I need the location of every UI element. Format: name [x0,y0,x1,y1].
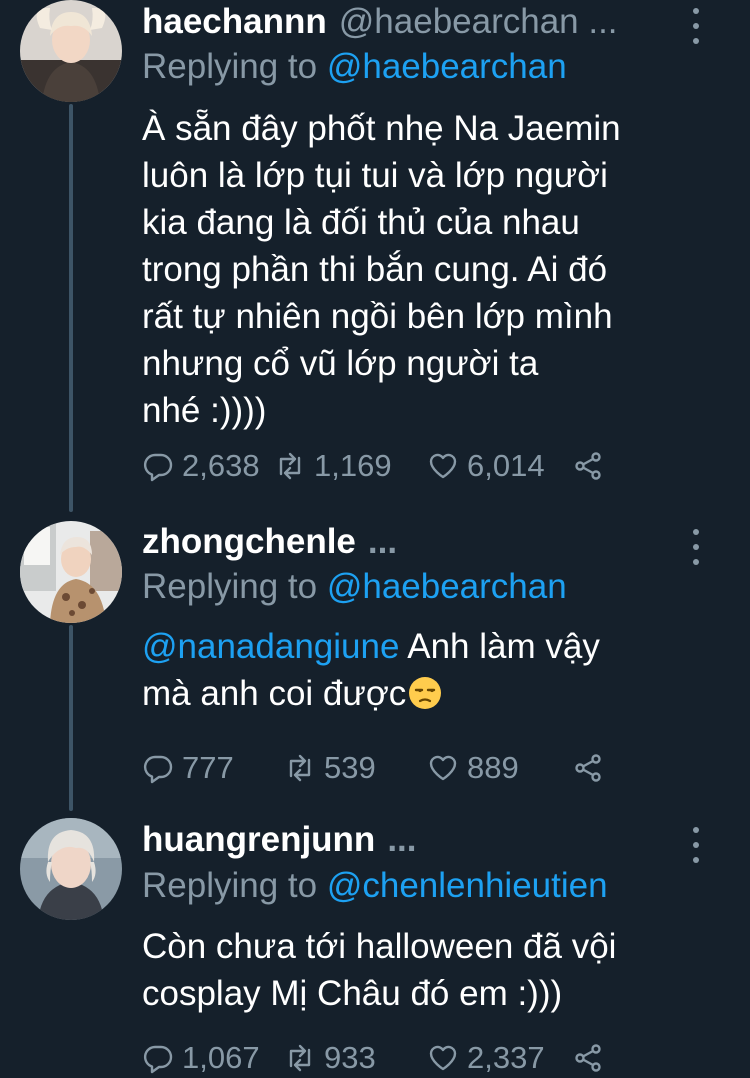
reply-count: 777 [182,750,234,785]
tweet-text-line: Còn chưa tới halloween đã vội [142,927,617,966]
heart-icon [429,755,457,781]
tweet-text: @nanadangiune Anh làm vậy mà anh coi đượ… [142,623,702,717]
reply-button[interactable]: 1,067 [142,1038,260,1078]
tweet-header: haechannn @haebearchan ... [142,2,618,42]
tweet-text-line: mà anh coi được [142,670,702,717]
tweet-text: Còn chưa tới halloween đã vội cosplay Mị… [142,923,702,1017]
reply-button[interactable]: 2,638 [142,446,260,486]
share-button[interactable] [572,1038,612,1078]
reply-icon [143,1045,173,1074]
reply-button[interactable]: 777 [142,748,234,788]
tweet-text-line: À sẵn đây phốt nhẹ Na Jaemin [142,109,621,148]
tweet-text-segment: mà anh coi được [142,674,407,713]
replying-to: Replying to @haebearchan [142,567,567,607]
reply-count: 1,067 [182,1040,260,1075]
retweet-count: 1,169 [314,448,392,483]
tweet-header: zhongchenle ... [142,522,397,562]
tweet-text-line: trong phần thi bắn cung. Ai đó [142,250,608,289]
display-name[interactable]: haechannn [142,2,327,42]
share-button[interactable] [572,748,612,788]
like-button[interactable]: 889 [427,748,519,788]
tweet-text: À sẵn đây phốt nhẹ Na Jaemin luôn là lớp… [142,105,702,434]
replying-to: Replying to @haebearchan [142,47,567,87]
display-name[interactable]: zhongchenle [142,522,356,562]
replying-to: Replying to @chenlenhieutien [142,866,608,906]
tweet-text-segment: Anh làm vậy [399,627,600,666]
avatar[interactable] [20,818,122,920]
more-vertical-icon[interactable] [685,8,707,44]
replying-to-label: Replying to [142,567,327,606]
reply-icon [143,453,173,482]
retweet-icon [289,1044,311,1072]
tweet-text-line: @nanadangiune Anh làm vậy [142,623,702,670]
user-mention[interactable]: @nanadangiune [142,627,399,666]
share-icon [575,754,601,782]
more-vertical-icon[interactable] [685,827,707,863]
replying-to-mention[interactable]: @haebearchan [327,47,567,86]
reply-count: 2,638 [182,448,260,483]
like-button[interactable]: 6,014 [427,446,545,486]
replying-to-label: Replying to [142,866,327,905]
like-count: 6,014 [467,448,545,483]
header-ellipsis: ... [387,820,417,859]
replying-to-label: Replying to [142,47,327,86]
retweet-button[interactable]: 933 [284,1038,376,1078]
thread-line [69,625,73,811]
retweet-button[interactable]: 1,169 [274,446,392,486]
avatar-photo-image [20,521,122,623]
header-ellipsis: ... [367,522,398,561]
retweet-icon [279,452,301,480]
share-icon [575,1044,601,1072]
avatar-photo-image [20,818,122,920]
replying-to-mention[interactable]: @haebearchan [327,567,567,606]
avatar[interactable] [20,521,122,623]
more-vertical-icon[interactable] [685,529,707,565]
retweet-icon [289,754,311,782]
retweet-count: 933 [324,1040,376,1075]
heart-icon [429,1045,457,1071]
reply-icon [143,755,173,784]
tweet-header: huangrenjunn ... [142,820,417,860]
tweet-text-line: luôn là lớp tụi tui và lớp người [142,156,608,195]
retweet-button[interactable]: 539 [284,748,376,788]
display-name[interactable]: huangrenjunn [142,820,375,860]
like-count: 889 [467,750,519,785]
tweet-text-line: nhưng cổ vũ lớp người ta [142,344,539,383]
share-icon [575,452,601,480]
retweet-count: 539 [324,750,376,785]
heart-icon [429,453,457,479]
share-button[interactable] [572,446,612,486]
like-button[interactable]: 2,337 [427,1038,545,1078]
user-handle[interactable]: @haebearchan ... [339,2,618,42]
tweet-text-line: rất tự nhiên ngồi bên lớp mình [142,297,613,336]
like-count: 2,337 [467,1040,545,1075]
avatar-photo-image [20,0,122,102]
unamused-face-emoji [409,677,442,709]
thread-line [69,104,73,512]
tweet-text-line: nhé :)))) [142,391,267,430]
tweet-text-line: kia đang là đối thủ của nhau [142,203,580,242]
replying-to-mention[interactable]: @chenlenhieutien [327,866,608,905]
avatar[interactable] [20,0,122,102]
tweet-text-line: cosplay Mị Châu đó em :))) [142,974,563,1013]
